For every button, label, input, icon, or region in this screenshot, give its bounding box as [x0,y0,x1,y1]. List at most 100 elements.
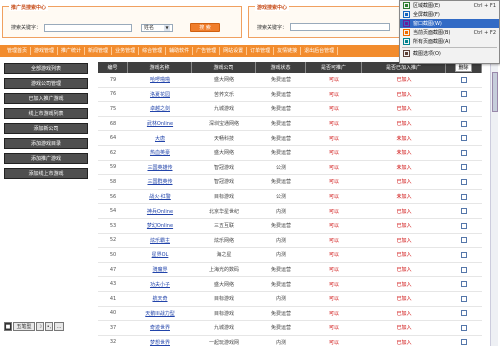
promotable-link[interactable]: 可以 [306,73,362,87]
game-name-link[interactable]: 洛夏花园 [128,88,192,102]
game-name-link[interactable]: 星界OL [128,248,192,262]
joined-status[interactable]: 已加入 [362,117,446,131]
joined-status[interactable]: 未加入 [362,131,446,145]
promotable-link[interactable]: 可以 [306,204,362,218]
game-name-link[interactable]: 大唐 [128,131,192,145]
game-name-link[interactable]: 奇迹世界 [128,321,192,335]
game-name-link[interactable]: 梦想世界 [128,336,192,349]
promotable-link[interactable]: 可以 [306,102,362,116]
joined-status[interactable]: 已加入 [362,277,446,291]
joined-status[interactable]: 已加入 [362,234,446,248]
row-checkbox[interactable] [461,295,467,302]
joined-status[interactable]: 已加入 [362,73,446,87]
sidebar-button[interactable]: 添加新公司 [4,123,88,134]
nav-item[interactable]: 推广统计 [58,47,86,55]
joined-status[interactable]: 已加入 [362,204,446,218]
more-button[interactable]: ... [54,322,64,331]
game-name-link[interactable]: 天鹅III战力型 [128,307,192,321]
sidebar-button[interactable]: 添加游戏目录 [4,138,88,149]
row-checkbox[interactable] [461,120,467,127]
game-name-link[interactable]: 哈啰啪啪 [128,73,192,87]
row-checkbox[interactable] [461,251,467,258]
menu-item[interactable]: 窗口截图(W) [400,19,499,28]
joined-status[interactable]: 已加入 [362,263,446,277]
promotable-link[interactable]: 可以 [306,336,362,349]
game-name-link[interactable]: 功夫小子 [128,277,192,291]
menu-item[interactable]: 截图选项(O) [400,49,499,58]
nav-item[interactable]: 综合管理 [139,47,167,55]
promotable-link[interactable]: 可以 [306,88,362,102]
row-checkbox[interactable] [461,281,467,288]
row-checkbox[interactable] [461,76,467,83]
row-checkbox[interactable] [461,208,467,215]
game-name-link[interactable]: 航天奇 [128,292,192,306]
promotable-link[interactable]: 可以 [306,307,362,321]
joined-status[interactable]: 已加入 [362,292,446,306]
sidebar-button[interactable]: 游戏公司管理 [4,78,88,89]
scrollbar-thumb[interactable] [492,72,498,112]
menu-item[interactable]: 所有页面截图(A) [400,37,499,46]
nav-item[interactable]: 订单管理 [247,47,275,55]
sidebar-button[interactable]: 已加入推广游戏 [4,93,88,104]
joined-status[interactable]: 未加入 [362,146,446,160]
game-name-link[interactable]: 武林Online [128,117,192,131]
joined-status[interactable]: 已加入 [362,219,446,233]
menu-item[interactable]: 当前页面截图(B) Ctrl + F2 [400,28,499,37]
promotable-link[interactable]: 可以 [306,277,362,291]
search-field-select[interactable]: 姓名 ▼ [141,23,174,32]
game-name-link[interactable]: 战火·红警 [128,190,192,204]
joined-status[interactable]: 未加入 [362,161,446,175]
row-checkbox[interactable] [461,178,467,185]
joined-status[interactable]: 已加入 [362,175,446,189]
nav-item[interactable]: 辅助软件 [166,47,194,55]
row-checkbox[interactable] [461,222,467,229]
game-name-link[interactable]: 热血英豪 [128,146,192,160]
game-name-link[interactable]: 卓越之剑 [128,102,192,116]
promoter-search-input[interactable] [44,23,133,32]
joined-status[interactable]: 已加入 [362,248,446,262]
promotable-link[interactable]: 可以 [306,190,362,204]
nav-item[interactable]: 网站设置 [220,47,248,55]
menu-item[interactable]: 全屏截图(F) [400,10,499,19]
nav-item[interactable]: 友情链接 [274,47,302,55]
row-checkbox[interactable] [461,105,467,112]
promotable-link[interactable]: 可以 [306,175,362,189]
row-checkbox[interactable] [461,91,467,98]
game-search-input[interactable] [290,23,391,31]
joined-status[interactable]: 已加入 [362,88,446,102]
game-name-link[interactable]: 炫乐霸主 [128,234,192,248]
row-checkbox[interactable] [461,266,467,273]
promotable-link[interactable]: 可以 [306,146,362,160]
promotable-link[interactable]: 可以 [306,263,362,277]
promotable-link[interactable]: 可以 [306,234,362,248]
nav-item[interactable]: 业务管理 [112,47,140,55]
menu-item[interactable]: 区域截图(E) Ctrl + F1 [400,1,499,10]
nav-item[interactable]: 新闻管理 [85,47,113,55]
joined-status[interactable]: 已加入 [362,336,446,349]
game-name-link[interactable]: 三国英雄传 [128,161,192,175]
promotable-link[interactable]: 可以 [306,321,362,335]
sidebar-button[interactable]: 添加推广游戏 [4,153,88,164]
joined-status[interactable]: 已加入 [362,321,446,335]
sidebar-button[interactable]: 添加线上市游戏 [4,168,88,179]
sidebar-button[interactable]: 线上市游戏列表 [4,108,88,119]
nav-item[interactable]: 广告管理 [193,47,221,55]
ime-logo-icon[interactable]: ■ [4,322,12,331]
joined-status[interactable]: 未加入 [362,190,446,204]
row-checkbox[interactable] [461,324,467,331]
promotable-link[interactable]: 可以 [306,131,362,145]
promotable-link[interactable]: 可以 [306,219,362,233]
promotable-link[interactable]: 可以 [306,117,362,131]
game-name-link[interactable]: 神兵Online [128,204,192,218]
row-checkbox[interactable] [461,339,467,346]
vertical-scrollbar[interactable] [490,62,498,346]
search-button[interactable]: 搜 索 [190,23,221,32]
promotable-link[interactable]: 可以 [306,292,362,306]
game-name-link[interactable]: 骑魔界 [128,263,192,277]
row-checkbox[interactable] [461,135,467,142]
sidebar-button[interactable]: 全部游戏列表 [4,63,88,74]
joined-status[interactable]: 已加入 [362,102,446,116]
row-checkbox[interactable] [461,164,467,171]
row-checkbox[interactable] [461,310,467,317]
ime-mode-button[interactable]: 五笔型 [13,322,35,331]
